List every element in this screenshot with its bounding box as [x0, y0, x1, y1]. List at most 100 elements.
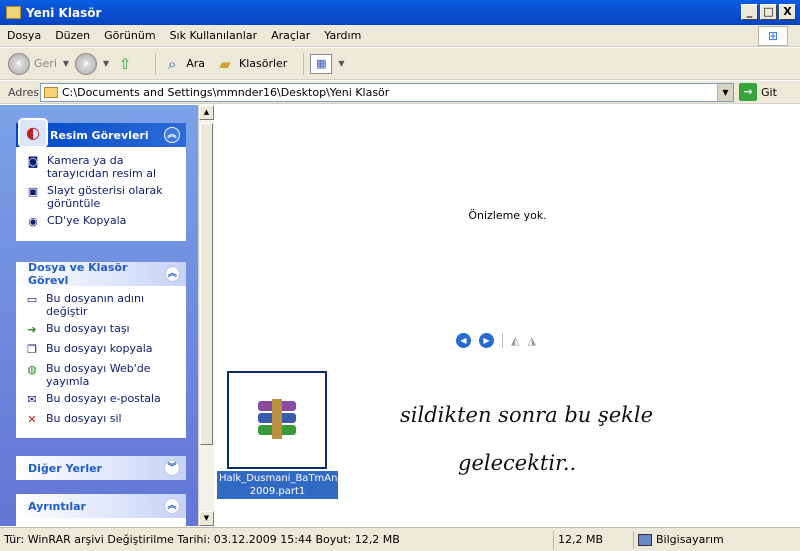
no-preview-text: Önizleme yok. — [468, 209, 547, 222]
status-location: Bilgisayarım — [634, 531, 728, 549]
folders-icon: ▰ — [219, 54, 231, 73]
views-button[interactable]: ▦ — [310, 53, 333, 74]
scroll-up-button[interactable]: ▲ — [199, 105, 214, 120]
task-camera-import[interactable]: ◙ Kamera ya da tarayıcıdan resim al — [25, 154, 177, 180]
address-label: Adres — [8, 85, 40, 99]
details-header[interactable]: Ayrıntılar ︽ — [16, 494, 186, 518]
picture-tasks-icon: ◐ — [18, 118, 48, 148]
task-label: Bu dosyayı Web'de yayımla — [46, 362, 151, 388]
chevron-down-icon[interactable]: ▼ — [63, 59, 69, 68]
go-button[interactable]: → Git — [739, 83, 777, 101]
toolbar-divider — [303, 52, 305, 75]
annotation-line2: gelecektir.. — [458, 451, 577, 475]
close-button[interactable]: X — [779, 4, 796, 20]
task-delete[interactable]: ✕ Bu dosyayı sil — [24, 412, 178, 428]
camera-icon: ◙ — [27, 155, 39, 168]
previous-icon[interactable]: ◀ — [456, 333, 471, 348]
minimize-button[interactable]: _ — [741, 4, 758, 20]
chevron-down-icon[interactable]: ▼ — [103, 59, 109, 68]
other-places-panel: Diğer Yerler ︾ — [16, 456, 186, 480]
task-move[interactable]: ➜ Bu dosyayı taşı — [24, 322, 178, 338]
forward-button[interactable]: › ▼ — [75, 52, 109, 75]
content-pane: Önizleme yok. ◀ ▶ ◭ ◮ Halk_Dusmani_BaTmA… — [215, 105, 800, 526]
menu-favorites[interactable]: Sık Kullanılanlar — [163, 29, 265, 42]
rename-icon: ▭ — [26, 293, 38, 306]
menu-araclar[interactable]: Araçlar — [264, 29, 317, 42]
annotation-line1: sildikten sonra bu şekle — [400, 403, 654, 427]
task-slideshow[interactable]: ▣ Slayt gösterisi olarak görüntüle — [25, 184, 177, 210]
menu-dosya[interactable]: Dosya — [0, 29, 48, 42]
menu-bar: Dosya Düzen Görünüm Sık Kullanılanlar Ar… — [0, 25, 800, 47]
go-arrow-icon: → — [739, 83, 757, 101]
folders-label: Klasörler — [238, 57, 288, 70]
menu-duzen[interactable]: Düzen — [48, 29, 97, 42]
copy-icon: ❐ — [27, 343, 37, 356]
back-arrow-icon: ‹ — [8, 52, 30, 75]
rotate-right-icon[interactable]: ◮ — [527, 334, 535, 347]
status-size: 12,2 MB — [554, 530, 634, 549]
task-label: CD'ye Kopyala — [47, 214, 127, 227]
details-title: Ayrıntılar — [28, 499, 86, 513]
title-bar[interactable]: Yeni Klasör _ □ X — [0, 0, 800, 25]
preview-controls: ◀ ▶ ◭ ◮ — [456, 333, 536, 348]
task-copy-to-cd[interactable]: ◉ CD'ye Kopyala — [25, 214, 177, 230]
up-folder-button[interactable]: ⇧ — [115, 54, 139, 74]
task-label: Bu dosyayı e-postala — [46, 392, 161, 405]
computer-icon — [638, 533, 652, 546]
collapse-icon[interactable]: ︽ — [164, 266, 180, 282]
chevron-down-icon[interactable]: ▼ — [717, 83, 733, 101]
file-name-label[interactable]: Halk_Dusmani_BaTmAn_ 2009.part1 — [217, 471, 343, 499]
task-rename[interactable]: ▭ Bu dosyanın adını değiştir — [24, 292, 178, 318]
task-copy[interactable]: ❐ Bu dosyayı kopyala — [24, 342, 178, 358]
go-label: Git — [761, 85, 777, 99]
task-pane-scrollbar[interactable]: ▲ ▼ — [198, 105, 214, 526]
move-icon: ➜ — [27, 323, 37, 336]
views-icon: ▦ — [316, 56, 327, 70]
file-name-line1: Halk_Dusmani_BaTmAn_ — [219, 473, 343, 484]
scroll-thumb[interactable] — [200, 123, 213, 445]
file-tasks-title: Dosya ve Klasör Görevl — [28, 261, 128, 287]
slideshow-icon: ▣ — [27, 185, 39, 198]
maximize-button[interactable]: □ — [760, 4, 777, 20]
search-button[interactable]: ⌕ Ara — [162, 54, 205, 74]
address-field[interactable]: C:\Documents and Settings\mmnder16\Deskt… — [40, 82, 734, 102]
delete-icon: ✕ — [27, 413, 37, 426]
menu-yardim[interactable]: Yardım — [317, 29, 368, 42]
collapse-icon[interactable]: ︽ — [164, 498, 180, 514]
email-icon: ✉ — [27, 393, 37, 406]
folder-icon — [6, 6, 21, 19]
next-icon[interactable]: ▶ — [479, 333, 494, 348]
address-bar: Adres C:\Documents and Settings\mmnder16… — [0, 81, 800, 104]
folders-button[interactable]: ▰ Klasörler — [215, 54, 287, 74]
back-button[interactable]: ‹ Geri ▼ — [8, 52, 69, 75]
cd-icon: ◉ — [28, 215, 38, 228]
other-places-header[interactable]: Diğer Yerler ︾ — [16, 456, 186, 480]
status-location-label: Bilgisayarım — [656, 532, 724, 546]
task-label: Bu dosyayı taşı — [46, 322, 130, 335]
controls-divider — [502, 333, 503, 348]
back-label: Geri — [34, 57, 57, 70]
folder-icon — [44, 86, 58, 98]
address-value: C:\Documents and Settings\mmnder16\Deskt… — [62, 85, 390, 99]
chevron-down-icon[interactable]: ▼ — [338, 59, 344, 68]
forward-arrow-icon: › — [75, 52, 98, 75]
file-name-line2: 2009.part1 — [249, 486, 306, 497]
status-info: Tür: WinRAR arşivi Değiştirilme Tarihi: … — [0, 530, 554, 549]
file-thumbnail[interactable] — [227, 371, 327, 469]
task-email[interactable]: ✉ Bu dosyayı e-postala — [24, 392, 178, 408]
scroll-down-button[interactable]: ▼ — [199, 511, 214, 526]
windows-logo-icon: ⊞ — [758, 26, 788, 46]
task-publish-web[interactable]: ◍ Bu dosyayı Web'de yayımla — [24, 362, 178, 388]
collapse-icon[interactable]: ︽ — [164, 127, 180, 143]
publish-web-icon: ◍ — [27, 363, 37, 376]
status-bar: Tür: WinRAR arşivi Değiştirilme Tarihi: … — [0, 527, 800, 551]
menu-gorunum[interactable]: Görünüm — [97, 29, 162, 42]
toolbar: ‹ Geri ▼ › ▼ ⇧ ⌕ Ara ▰ Klasörler ▦ ▼ — [0, 48, 800, 80]
search-icon: ⌕ — [167, 54, 177, 73]
file-tasks-header[interactable]: Dosya ve Klasör Görevl ︽ — [16, 261, 186, 287]
rotate-left-icon[interactable]: ◭ — [511, 334, 519, 347]
task-pane: Resim Görevleri ︽ ◙ Kamera ya da tarayıc… — [0, 105, 198, 526]
expand-icon[interactable]: ︾ — [164, 460, 180, 476]
details-panel: Ayrıntılar ︽ — [16, 494, 186, 526]
window-title: Yeni Klasör — [26, 5, 102, 20]
